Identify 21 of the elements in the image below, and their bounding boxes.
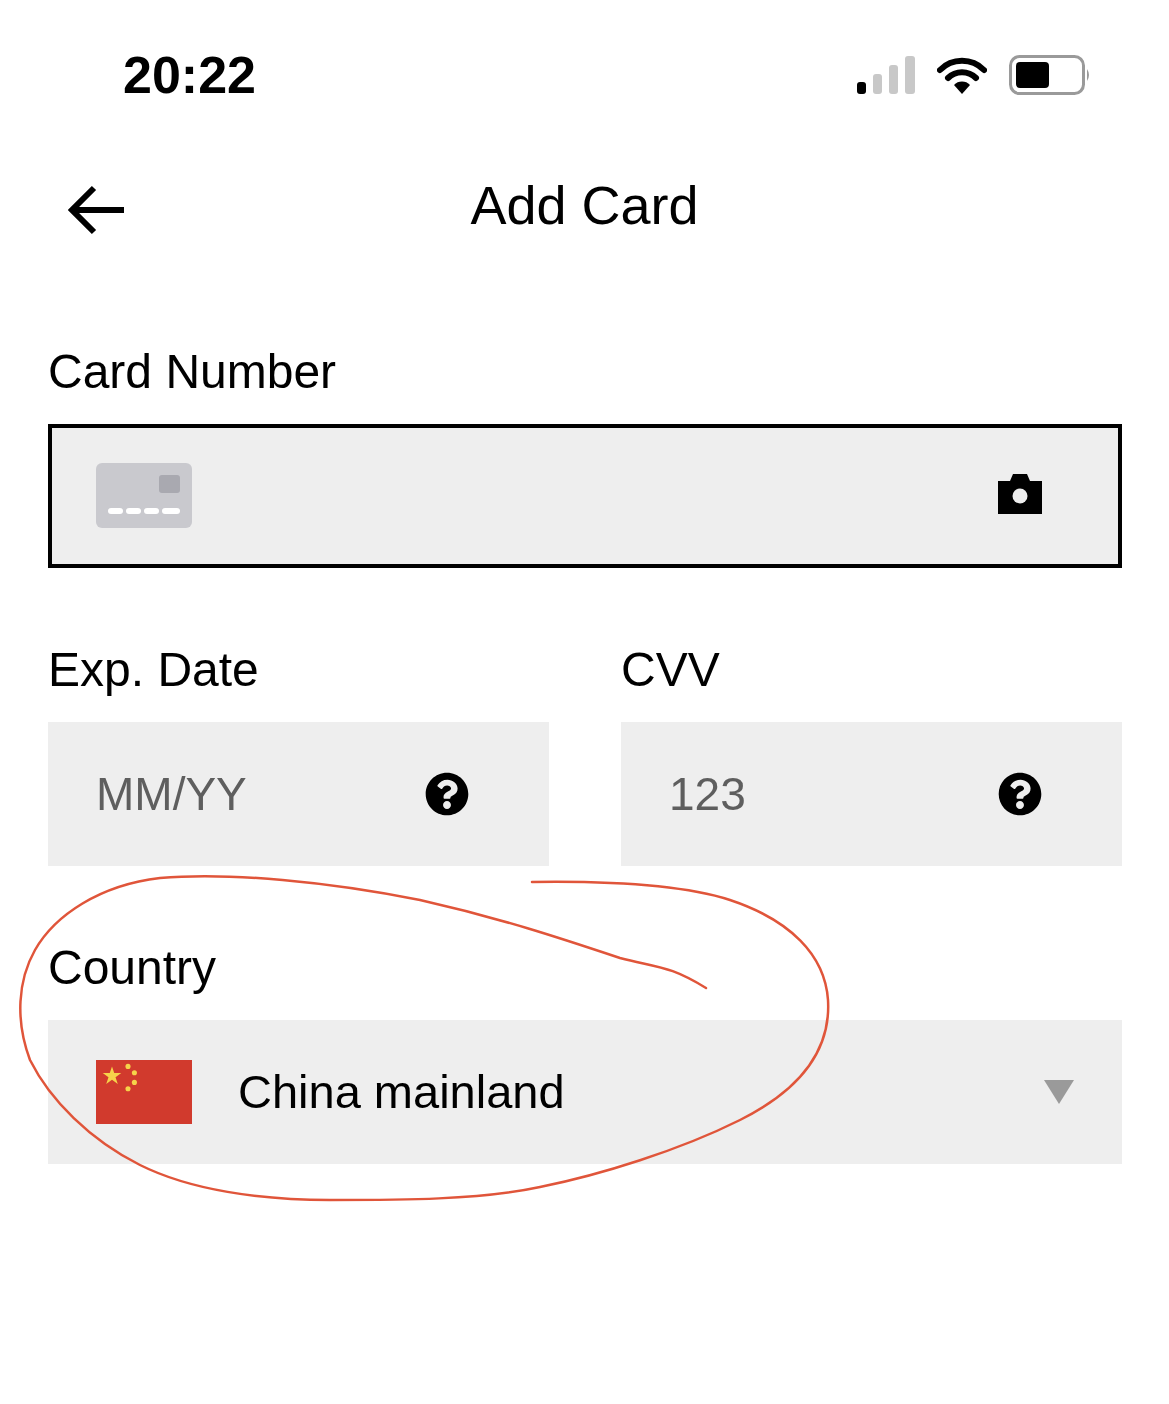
signal-icon [857, 56, 915, 94]
status-time: 20:22 [123, 49, 256, 101]
caret-icon [1044, 1080, 1074, 1104]
wifi-icon [937, 56, 987, 94]
arrow-left-icon [66, 185, 126, 235]
help-icon[interactable] [425, 772, 469, 816]
cvv-label: CVV [621, 642, 720, 698]
battery-icon [1009, 55, 1091, 95]
credit-card-icon [96, 463, 192, 528]
expiry-date-label: Exp. Date [48, 642, 259, 698]
card-number-field[interactable] [48, 424, 1122, 568]
country-label: Country [48, 940, 217, 996]
country-select[interactable]: China mainland [48, 1020, 1122, 1164]
help-icon[interactable] [998, 772, 1042, 816]
expiry-date-field[interactable]: MM/YY [48, 722, 549, 866]
page-title: Add Card [470, 178, 699, 232]
back-button[interactable] [66, 185, 126, 235]
flag-icon [96, 1060, 192, 1124]
camera-icon[interactable] [998, 474, 1042, 514]
cvv-field[interactable]: 123 [621, 722, 1122, 866]
card-number-label: Card Number [48, 344, 337, 400]
